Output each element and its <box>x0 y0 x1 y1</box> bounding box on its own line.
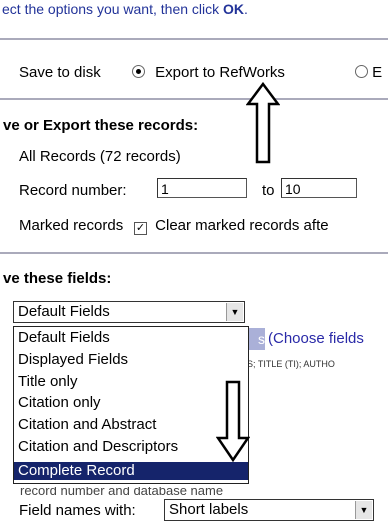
to-label: to <box>262 182 275 199</box>
all-records-option[interactable]: All Records (72 records) <box>19 148 181 165</box>
option-displayed-fields[interactable]: Displayed Fields <box>18 351 246 369</box>
chevron-down-icon[interactable]: ▼ <box>226 303 243 321</box>
fields-hint: S; TITLE (TI); AUTHO <box>247 359 335 369</box>
clear-marked-option[interactable]: ✓ Clear marked records afte <box>134 217 329 235</box>
divider <box>0 38 388 40</box>
fields-select[interactable]: Default Fields ▼ <box>13 301 245 323</box>
record-to-input[interactable]: 10 <box>281 178 357 198</box>
option-citation-only[interactable]: Citation only <box>18 394 246 412</box>
export-refworks-option[interactable]: Export to RefWorks <box>132 64 285 81</box>
field-names-label: Field names with: <box>19 502 136 519</box>
down-arrow-icon <box>216 380 250 462</box>
option-citation-abstract[interactable]: Citation and Abstract <box>18 416 246 434</box>
fields-heading: ve these fields: <box>3 270 112 287</box>
instruction-text: ect the options you want, then click OK. <box>2 1 248 17</box>
third-destination-radio[interactable] <box>355 65 368 78</box>
field-names-select[interactable]: Short labels ▼ <box>164 499 374 521</box>
apply-button-fragment[interactable]: s <box>247 328 265 350</box>
record-from-input[interactable]: 1 <box>157 178 247 198</box>
record-number-label: Record number: <box>19 182 127 199</box>
chevron-down-icon[interactable]: ▼ <box>355 501 372 519</box>
export-refworks-radio[interactable] <box>132 65 145 78</box>
option-complete-record[interactable]: Complete Record <box>14 462 248 480</box>
clear-marked-checkbox[interactable]: ✓ <box>134 222 147 235</box>
record-number-db-option[interactable]: record number and database name <box>20 487 223 498</box>
choose-fields-link[interactable]: (Choose fields <box>268 330 364 347</box>
records-heading: ve or Export these records: <box>3 117 199 134</box>
divider <box>0 252 388 254</box>
option-title-only[interactable]: Title only <box>18 373 246 391</box>
save-to-disk-option[interactable]: Save to disk <box>19 64 101 81</box>
option-default-fields[interactable]: Default Fields <box>18 329 246 347</box>
fields-dropdown-list[interactable]: Default Fields Displayed Fields Title on… <box>13 326 249 484</box>
divider <box>0 98 388 100</box>
third-destination-option[interactable]: E <box>355 64 382 81</box>
option-citation-descriptors[interactable]: Citation and Descriptors <box>18 438 246 456</box>
up-arrow-icon <box>246 82 280 164</box>
marked-records-option[interactable]: Marked records <box>19 217 123 234</box>
